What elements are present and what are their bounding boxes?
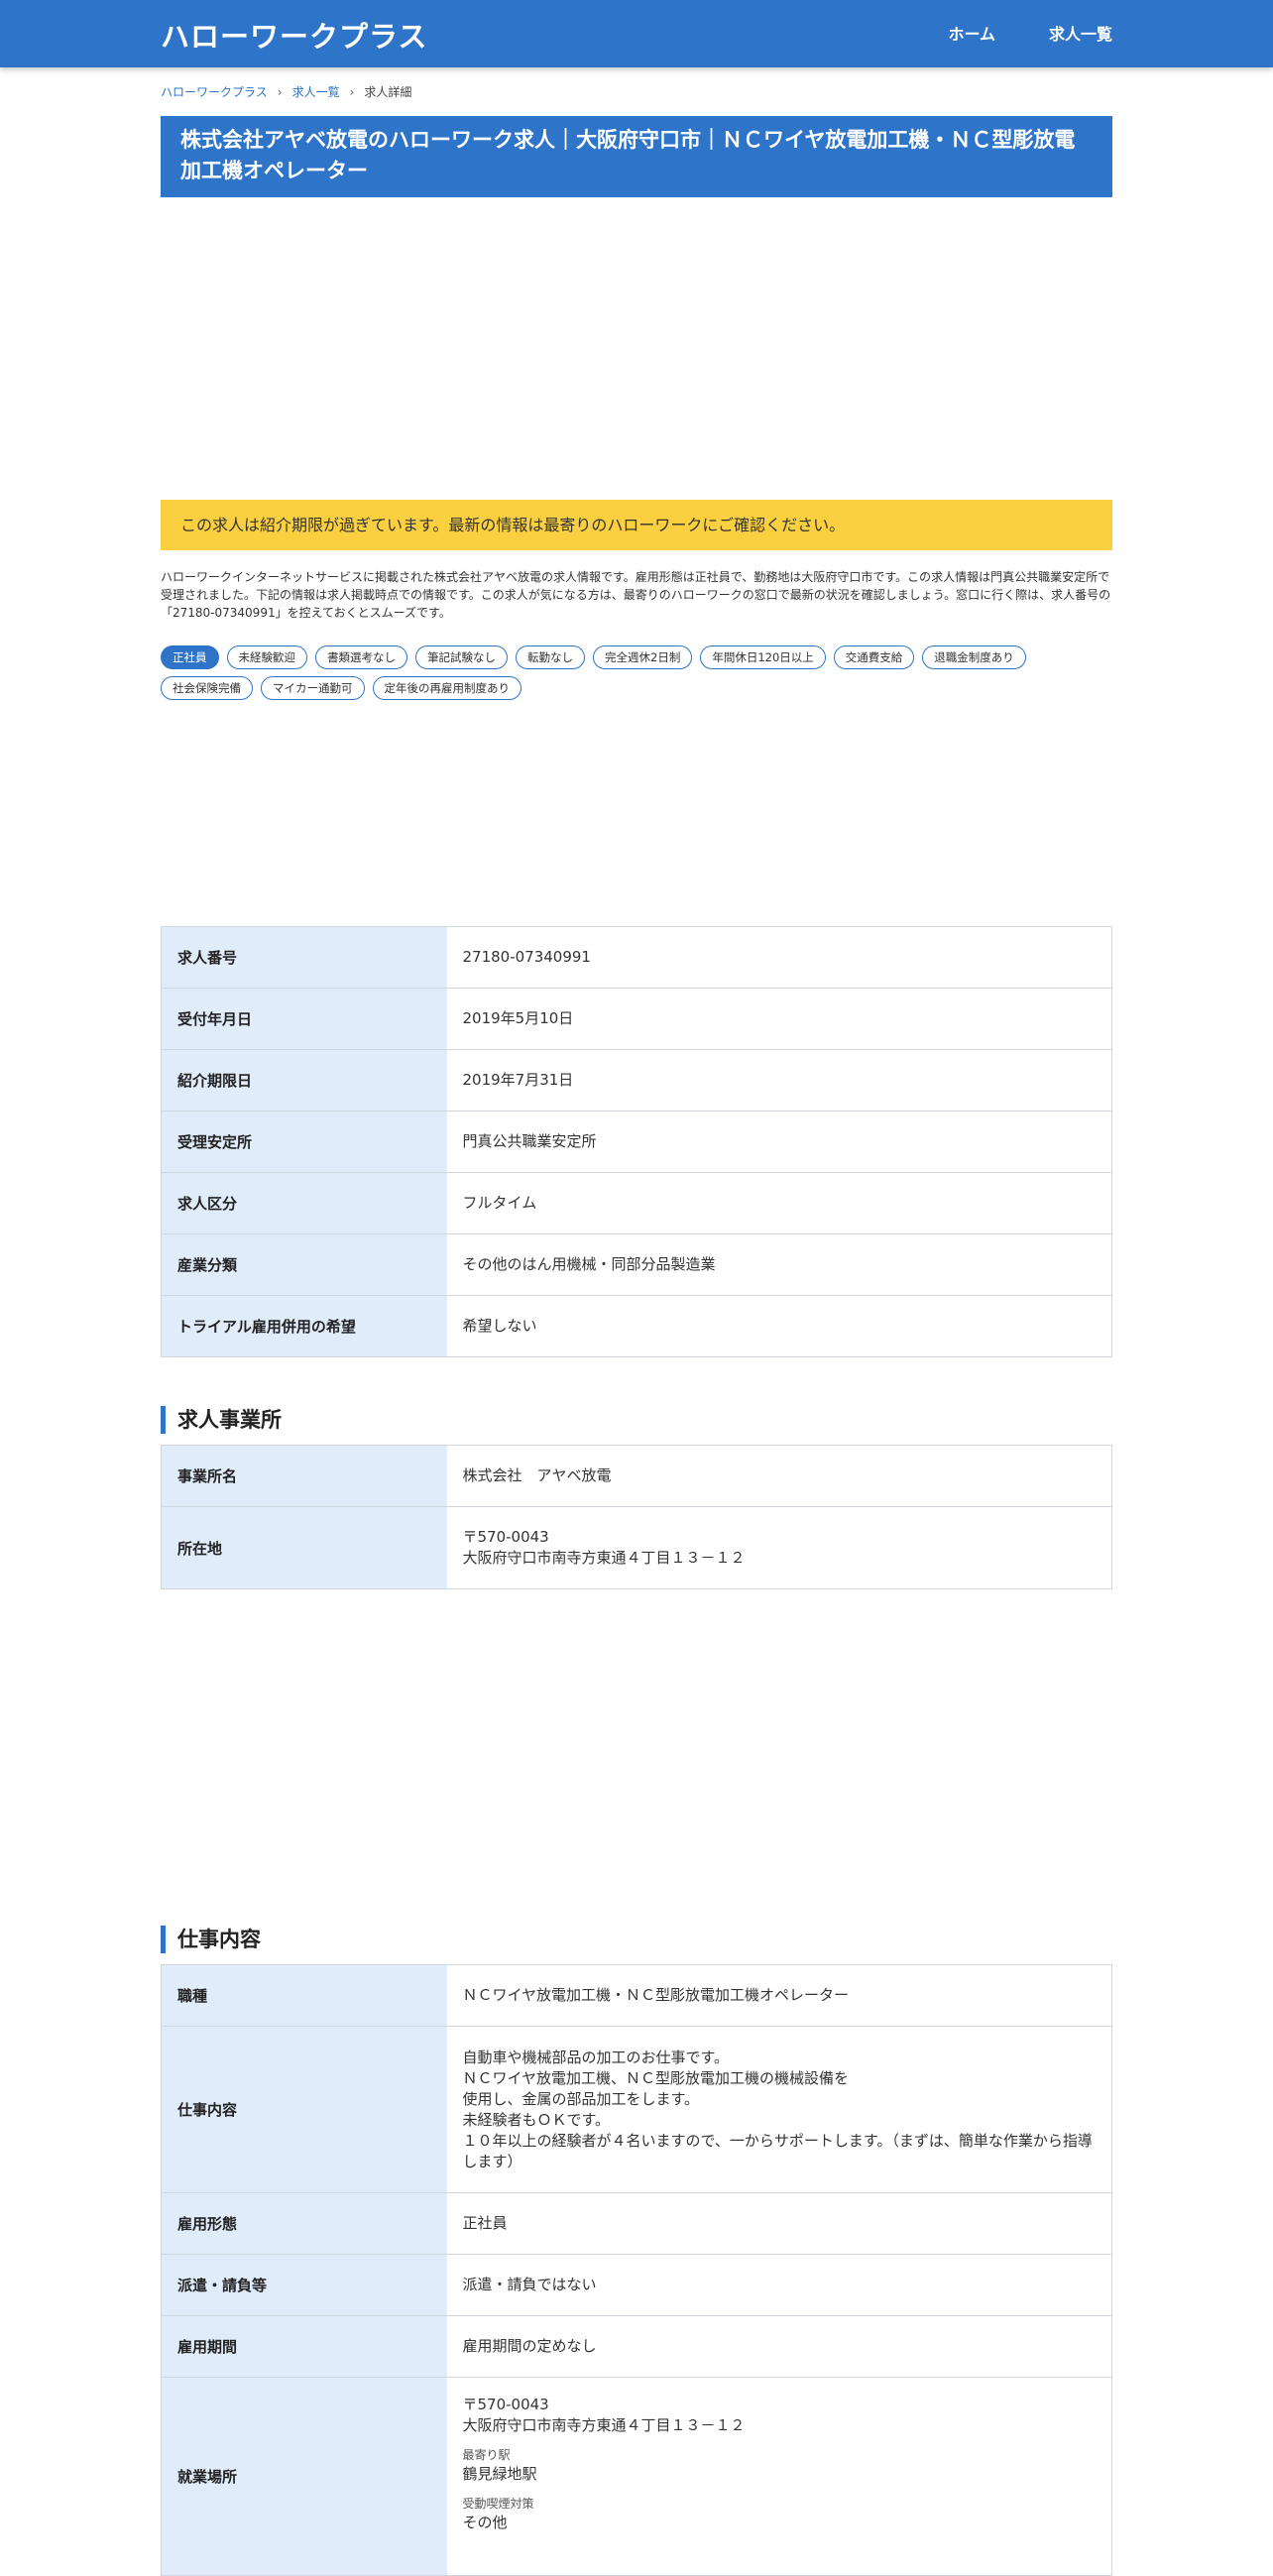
row-label: 仕事内容 [161, 2026, 447, 2193]
breadcrumb-job-list[interactable]: 求人一覧 [292, 83, 340, 100]
nav-home-link[interactable]: ホーム [948, 21, 995, 45]
table-row: 産業分類 その他のはん用機械・同部分品製造業 [161, 1233, 1112, 1296]
section-title-office: 求人事業所 [161, 1406, 1112, 1434]
row-value: 27180-07340991 [446, 926, 1112, 989]
table-row: 派遣・請負等 派遣・請負ではない [161, 2254, 1112, 2316]
job-description-line: ＮＣワイヤ放電加工機、ＮＣ型彫放電加工機の機械設備を [462, 2068, 850, 2087]
basic-info-table: 求人番号 27180-07340991 受付年月日 2019年5月10日 紹介期… [161, 926, 1112, 1357]
row-label: 求人番号 [161, 926, 447, 989]
office-name: 株式会社 アヤベ放電 [446, 1445, 1112, 1507]
tag-no-document-screening[interactable]: 書類選考なし [315, 645, 407, 669]
tag-social-insurance[interactable]: 社会保険完備 [161, 676, 253, 700]
row-value: フルタイム [446, 1172, 1112, 1234]
tag-retirement-allowance[interactable]: 退職金制度あり [922, 645, 1026, 669]
dispatch-value: 派遣・請負ではない [446, 2254, 1112, 2316]
nav-job-list-link[interactable]: 求人一覧 [1049, 21, 1112, 45]
job-description-cell: 自動車や機械部品の加工のお仕事です。 ＮＣワイヤ放電加工機、ＮＣ型彫放電加工機の… [446, 2026, 1112, 2193]
row-value: その他のはん用機械・同部分品製造業 [446, 1233, 1112, 1296]
period-value: 雇用期間の定めなし [446, 2315, 1112, 2378]
nearest-station-label: 最寄り駅 [462, 2448, 511, 2462]
tag-inexperienced-welcome[interactable]: 未経験歓迎 [226, 645, 307, 669]
table-row: トライアル雇用併用の希望 希望しない [161, 1295, 1112, 1357]
feature-tags: 正社員 未経験歓迎 書類選考なし 筆記試験なし 転勤なし 完全週休2日制 年間休… [161, 645, 1112, 700]
row-label: 求人区分 [161, 1172, 447, 1234]
table-row: 求人番号 27180-07340991 [161, 926, 1112, 989]
site-header: ハローワークプラス ホーム 求人一覧 [0, 0, 1273, 67]
intro-text: ハローワークインターネットサービスに掲載された株式会社アヤベ放電の求人情報です。… [161, 570, 1111, 620]
row-label: 派遣・請負等 [161, 2254, 447, 2316]
tag-two-day-weekend[interactable]: 完全週休2日制 [593, 645, 693, 669]
table-row: 紹介期限日 2019年7月31日 [161, 1049, 1112, 1112]
chevron-right-icon: › [277, 84, 283, 99]
row-label: 職種 [161, 1964, 447, 2027]
table-row: 雇用期間 雇用期間の定めなし [161, 2315, 1112, 2378]
job-description-line: 自動車や機械部品の加工のお仕事です。 [462, 2048, 730, 2066]
workplace-postal-code: 〒570-0043 [462, 2396, 549, 2413]
row-label: 事業所名 [161, 1445, 447, 1507]
tag-transport-allowance[interactable]: 交通費支給 [833, 645, 915, 669]
row-label: 所在地 [161, 1506, 447, 1589]
tag-120-holidays[interactable]: 年間休日120日以上 [700, 645, 826, 669]
row-value: 希望しない [446, 1295, 1112, 1357]
table-row: 求人区分 フルタイム [161, 1172, 1112, 1234]
row-label: トライアル雇用併用の希望 [161, 1295, 447, 1357]
tag-no-written-test[interactable]: 筆記試験なし [415, 645, 508, 669]
table-row: 仕事内容 自動車や機械部品の加工のお仕事です。 ＮＣワイヤ放電加工機、ＮＣ型彫放… [161, 2026, 1112, 2193]
row-label: 雇用期間 [161, 2315, 447, 2378]
table-row: 所在地 〒570-0043 大阪府守口市南寺方東通４丁目１３－１２ [161, 1506, 1112, 1589]
job-table: 職種 ＮＣワイヤ放電加工機・ＮＣ型彫放電加工機オペレーター 仕事内容 自動車や機… [161, 1964, 1112, 2576]
row-value: 2019年7月31日 [446, 1049, 1112, 1112]
job-description-line: 使用し、金属の部品加工をします。 [462, 2089, 700, 2108]
tag-reemployment[interactable]: 定年後の再雇用制度あり [372, 676, 521, 700]
expired-notice: この求人は紹介期限が過ぎています。最新の情報は最寄りのハローワークにご確認くださ… [161, 500, 1112, 550]
tag-no-transfer[interactable]: 転勤なし [516, 645, 585, 669]
smoking-policy: その他 [462, 2514, 508, 2531]
breadcrumb-current: 求人詳細 [364, 85, 412, 99]
section-title-job: 仕事内容 [161, 1926, 1112, 1953]
row-label: 受理安定所 [161, 1111, 447, 1173]
job-description-line: 未経験者もＯＫです。 [462, 2110, 611, 2129]
row-label: 産業分類 [161, 1233, 447, 1296]
row-value: 2019年5月10日 [446, 988, 1112, 1050]
tag-car-commute[interactable]: マイカー通勤可 [261, 676, 365, 700]
table-row: 受付年月日 2019年5月10日 [161, 988, 1112, 1050]
occupation-value: ＮＣワイヤ放電加工機・ＮＣ型彫放電加工機オペレーター [446, 1964, 1112, 2027]
table-row: 職種 ＮＣワイヤ放電加工機・ＮＣ型彫放電加工機オペレーター [161, 1964, 1112, 2027]
page-title: 株式会社アヤベ放電のハローワーク求人｜大阪府守口市｜ＮＣワイヤ放電加工機・ＮＣ型… [161, 116, 1112, 197]
workplace-address: 大阪府守口市南寺方東通４丁目１３－１２ [462, 2416, 746, 2434]
office-postal-code: 〒570-0043 [462, 1528, 549, 1546]
row-label: 紹介期限日 [161, 1049, 447, 1112]
breadcrumb: ハローワークプラス › 求人一覧 › 求人詳細 [161, 83, 411, 100]
tag-full-time[interactable]: 正社員 [161, 645, 219, 669]
row-label: 受付年月日 [161, 988, 447, 1050]
nearest-station: 鶴見緑地駅 [462, 2465, 537, 2483]
smoking-policy-label: 受動喫煙対策 [462, 2497, 534, 2511]
row-value: 門真公共職業安定所 [446, 1111, 1112, 1173]
row-label: 雇用形態 [161, 2192, 447, 2255]
site-logo[interactable]: ハローワークプラス [161, 14, 427, 56]
table-row: 雇用形態 正社員 [161, 2192, 1112, 2255]
table-row: 受理安定所 門真公共職業安定所 [161, 1111, 1112, 1173]
chevron-right-icon: › [349, 84, 355, 99]
employment-value: 正社員 [446, 2192, 1112, 2255]
office-address-cell: 〒570-0043 大阪府守口市南寺方東通４丁目１３－１２ [446, 1506, 1112, 1589]
office-address: 大阪府守口市南寺方東通４丁目１３－１２ [462, 1549, 746, 1567]
job-description-line: １０年以上の経験者が４名いますので、一からサポートします。（まずは、簡単な作業か… [462, 2131, 1093, 2170]
table-row: 事業所名 株式会社 アヤベ放電 [161, 1445, 1112, 1507]
breadcrumb-home[interactable]: ハローワークプラス [161, 83, 268, 100]
header-nav: ホーム 求人一覧 [948, 21, 1112, 45]
office-table: 事業所名 株式会社 アヤベ放電 所在地 〒570-0043 大阪府守口市南寺方東… [161, 1445, 1112, 1589]
